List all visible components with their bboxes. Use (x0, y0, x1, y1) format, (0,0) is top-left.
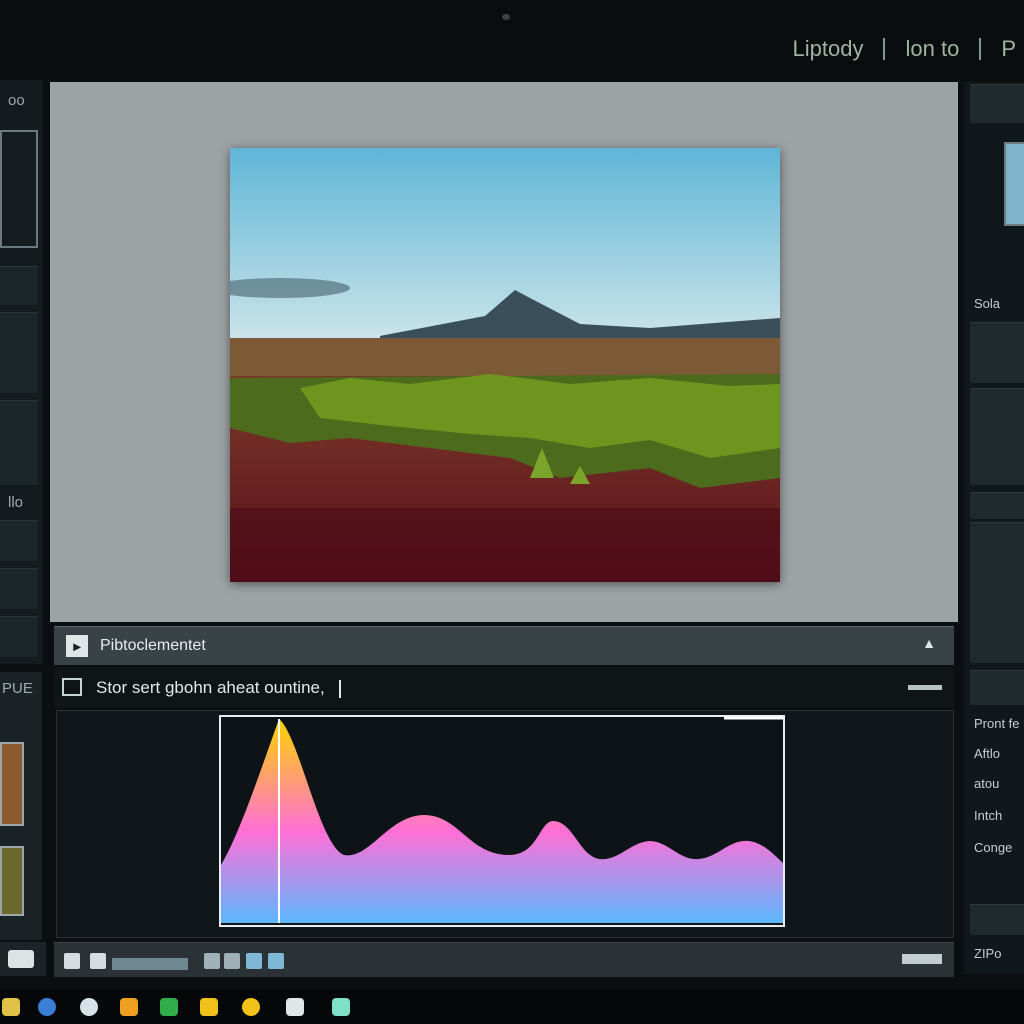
text-cursor (338, 679, 341, 698)
taskbar-app-icon[interactable] (2, 998, 20, 1016)
photo-icon[interactable]: ▸ (66, 635, 88, 657)
right-panel-label: Intch (974, 808, 1003, 823)
left-panel: oo llo (0, 80, 42, 664)
filmstrip-thumbnail[interactable] (0, 742, 24, 826)
histogram[interactable] (219, 715, 785, 927)
landscape-image (230, 148, 780, 582)
toolbar-icon[interactable] (204, 953, 220, 969)
taskbar-app-icon[interactable] (80, 998, 98, 1016)
document-status-bar: ▸ Pibtoclementet ▲ (54, 626, 954, 665)
top-menu: Liptody lon to P (793, 36, 1024, 62)
document-name: Pibtoclementet (100, 637, 206, 654)
taskbar-app-icon[interactable] (200, 998, 218, 1016)
left-panel-tool[interactable] (0, 400, 38, 485)
taskbar-app-icon[interactable] (242, 998, 260, 1016)
right-panel-control[interactable] (970, 492, 1024, 519)
left-panel-tool[interactable] (0, 312, 38, 393)
taskbar-app-icon[interactable] (286, 998, 304, 1016)
right-panel-label: Conge (974, 840, 1013, 855)
taskbar-app-icon[interactable] (332, 998, 350, 1016)
right-panel-control[interactable] (970, 670, 1024, 705)
right-panel-header[interactable] (970, 84, 1024, 123)
toolbar-icon[interactable] (64, 953, 80, 969)
webcam-dot (502, 14, 510, 20)
toolbar-icon[interactable] (246, 953, 262, 969)
right-thumbnail[interactable] (1004, 142, 1024, 226)
left-panel-tool[interactable] (0, 520, 38, 561)
right-panel-control[interactable] (970, 904, 1024, 935)
toolbar-icon[interactable] (268, 953, 284, 969)
left-panel-label: llo (8, 494, 24, 511)
histogram-panel (56, 710, 954, 938)
taskbar-app-icon[interactable] (160, 998, 178, 1016)
taskbar-app-icon[interactable] (38, 998, 56, 1016)
camera-icon[interactable] (8, 950, 34, 968)
right-panel-label: atou (974, 776, 1000, 791)
bottom-toolbar (54, 942, 954, 977)
menu-item-lon-to[interactable]: lon to (905, 36, 959, 62)
right-panel-label: Pront fe (974, 716, 1020, 731)
right-panel-control[interactable] (970, 322, 1024, 383)
right-panel-control[interactable] (970, 388, 1024, 485)
right-panel-control[interactable] (970, 522, 1024, 663)
menu-item-liptody[interactable]: Liptody (793, 36, 864, 62)
landscape-photo (230, 148, 780, 582)
taskbar-app-icon[interactable] (120, 998, 138, 1016)
status-right-icon[interactable]: ▲ (922, 635, 936, 651)
folder-icon[interactable] (62, 678, 82, 696)
right-panel: Sola Pront fe Aftlo atou Intch Conge ZIP… (964, 82, 1024, 974)
right-panel-label: ZIPo (974, 946, 1002, 961)
left-panel-label: oo (8, 92, 25, 109)
menu-item-p[interactable]: P (1001, 36, 1016, 62)
toolbar-icon[interactable] (224, 953, 240, 969)
menu-separator (883, 38, 886, 60)
left-panel-tool[interactable] (0, 616, 38, 657)
right-panel-label: Sola (974, 296, 1001, 311)
filmstrip-thumbnail[interactable] (0, 846, 24, 916)
info-text[interactable]: Stor sert gbohn aheat ountine, (96, 678, 341, 698)
toolbar-icon[interactable] (90, 953, 106, 969)
image-canvas[interactable] (50, 82, 958, 622)
right-panel-label: Aftlo (974, 746, 1001, 761)
filmstrip-panel: PUE (0, 672, 42, 940)
filmstrip-label: PUE (2, 680, 33, 697)
top-bar: Liptody lon to P (0, 0, 1024, 80)
minimize-bar[interactable] (908, 685, 942, 690)
left-panel-tool[interactable] (0, 266, 38, 305)
histogram-graph (219, 715, 785, 927)
menu-separator (979, 38, 982, 60)
toolbar-end-bar[interactable] (902, 954, 942, 964)
left-thumbnail[interactable] (0, 130, 38, 248)
info-bar: Stor sert gbohn aheat ountine, (54, 668, 954, 708)
camera-button-area (0, 942, 46, 976)
taskbar (0, 990, 1024, 1024)
zoom-slider[interactable] (112, 958, 188, 970)
left-panel-tool[interactable] (0, 568, 38, 609)
